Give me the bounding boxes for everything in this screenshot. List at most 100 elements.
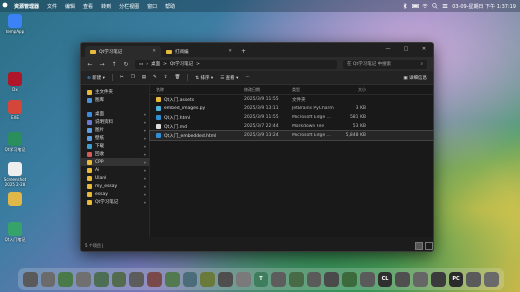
- dock-app-icon[interactable]: [182, 271, 198, 287]
- tab-qt-notes[interactable]: Qt学习笔记 ✕: [85, 46, 161, 57]
- close-tab-icon[interactable]: ✕: [152, 49, 156, 54]
- column-name[interactable]: 名称: [156, 87, 244, 93]
- desktop-icon[interactable]: Screenshot 2025 2-28: [2, 162, 28, 187]
- dock-app-icon[interactable]: [23, 271, 38, 287]
- control-center-icon[interactable]: [442, 3, 448, 9]
- new-button[interactable]: ⊕ 新建 ▾: [87, 75, 105, 81]
- desktop-icon[interactable]: [2, 192, 28, 207]
- desktop-icon[interactable]: tempApp: [2, 14, 28, 34]
- wifi-icon[interactable]: [422, 3, 428, 9]
- menu-item-app[interactable]: 资源管理器: [10, 3, 43, 10]
- sidebar-item[interactable]: my_essay ⌖: [81, 182, 149, 190]
- back-arrow-icon[interactable]: ←: [87, 61, 93, 68]
- menu-item-window[interactable]: 窗口: [143, 3, 161, 10]
- dock-app-icon[interactable]: [484, 271, 499, 287]
- new-tab-button[interactable]: +: [237, 46, 250, 57]
- menu-item-split-view[interactable]: 分栏视图: [115, 3, 143, 10]
- search-box[interactable]: 在 Qt学习笔记 中搜索 ⌕: [343, 59, 427, 69]
- column-type[interactable]: 类型: [292, 87, 336, 93]
- menu-item-go[interactable]: 转到: [97, 3, 115, 10]
- dock-app-icon[interactable]: [235, 271, 251, 287]
- file-row[interactable]: Qt入门.assets 2025/3/9 11:55 文件夹: [150, 95, 433, 104]
- file-row[interactable]: embed_images.py 2025/3/9 13:11 JetBrains P…: [150, 104, 433, 113]
- sidebar-item[interactable]: Ulanl ⌖: [81, 174, 149, 182]
- sidebar-item[interactable]: 主文件夹: [81, 88, 149, 96]
- delete-icon[interactable]: 🗑: [175, 75, 181, 80]
- dock-app-icon[interactable]: [324, 271, 340, 287]
- dock-app-icon[interactable]: [76, 271, 91, 287]
- dock-app-icon[interactable]: [466, 271, 482, 287]
- tiles-view-icon[interactable]: [425, 242, 433, 250]
- breadcrumb-desktop[interactable]: 桌面: [151, 61, 160, 67]
- tab-second[interactable]: 打阅编 ✕: [161, 46, 237, 57]
- desktop-icon[interactable]: EXE: [2, 100, 28, 120]
- battery-icon[interactable]: [412, 3, 420, 9]
- view-button[interactable]: ☰ 查看 ▾: [220, 75, 238, 81]
- dock-app-icon[interactable]: T: [253, 271, 269, 287]
- dock-app-icon[interactable]: [218, 271, 233, 287]
- share-icon[interactable]: ⇪: [164, 75, 168, 80]
- dock-app-icon[interactable]: PC: [448, 271, 464, 287]
- desktop-icon[interactable]: Dx: [2, 72, 28, 92]
- dock-app-icon[interactable]: [289, 271, 304, 287]
- dock-app-icon[interactable]: CL: [377, 271, 393, 287]
- sidebar-item[interactable]: CPP ⌖: [81, 158, 149, 166]
- details-view-icon[interactable]: [415, 242, 423, 250]
- file-row[interactable]: Qt入门.md 2025/3/7 22:44 Markdown File 53 KB: [150, 122, 433, 131]
- desktop-icon[interactable]: Qt学习笔记: [2, 132, 28, 152]
- forward-arrow-icon[interactable]: →: [99, 61, 105, 68]
- sort-button[interactable]: ⇅ 排序 ▾: [195, 75, 213, 81]
- close-tab-icon[interactable]: ✕: [228, 49, 232, 54]
- bluetooth-icon[interactable]: [402, 2, 408, 10]
- sidebar-item[interactable]: 回收 ⌖: [81, 150, 149, 158]
- dock-app-icon[interactable]: [395, 271, 411, 287]
- cut-icon[interactable]: ✂: [120, 75, 124, 80]
- refresh-icon[interactable]: ↻: [123, 61, 129, 68]
- dock-app-icon[interactable]: [40, 271, 56, 287]
- sidebar-item[interactable]: 图片 ⌖: [81, 126, 149, 134]
- details-button[interactable]: ▣ 详细信息: [403, 75, 427, 81]
- paste-icon[interactable]: ▤: [142, 75, 146, 80]
- dock-app-icon[interactable]: [271, 271, 287, 287]
- breadcrumb-folder[interactable]: Qt学习笔记: [170, 61, 193, 67]
- menu-item-file[interactable]: 文件: [43, 3, 61, 10]
- dock-app-icon[interactable]: [359, 271, 375, 287]
- address-bar[interactable]: ▭ › 桌面 > Qt学习笔记 >: [135, 59, 337, 69]
- sidebar-item[interactable]: Qt学习笔记 ⌖: [81, 198, 149, 206]
- sidebar-item[interactable]: 说明资料 ⌖: [81, 118, 149, 126]
- dock-app-icon[interactable]: [129, 271, 145, 287]
- rename-icon[interactable]: ✎: [153, 75, 157, 80]
- sidebar-item[interactable]: 桌面 ⌖: [81, 110, 149, 118]
- dock-app-icon[interactable]: [342, 271, 357, 287]
- sidebar-item[interactable]: essay ⌖: [81, 190, 149, 198]
- dock-app-icon[interactable]: [147, 271, 162, 287]
- copy-icon[interactable]: ❐: [131, 75, 135, 80]
- maximize-button[interactable]: □: [397, 43, 415, 57]
- dock-app-icon[interactable]: [413, 271, 428, 287]
- column-size[interactable]: 大小: [336, 87, 370, 93]
- close-button[interactable]: ✕: [415, 43, 433, 57]
- dock-app-icon[interactable]: [200, 271, 216, 287]
- sidebar-item[interactable]: Ai ⌖: [81, 166, 149, 174]
- file-row[interactable]: Qt入门_embedded.html 2025/3/9 13:24 Microsof…: [149, 130, 433, 141]
- menubar-clock[interactable]: 03-09-星期日 下午 1:37:19: [452, 3, 516, 10]
- dock-app-icon[interactable]: [306, 271, 322, 287]
- search-icon[interactable]: [432, 3, 438, 9]
- menu-item-help[interactable]: 帮助: [161, 3, 179, 10]
- apple-menu-icon[interactable]: [0, 2, 10, 10]
- menu-item-edit[interactable]: 编辑: [61, 3, 79, 10]
- dock-app-icon[interactable]: [164, 271, 180, 287]
- dock-app-icon[interactable]: [93, 271, 109, 287]
- dock-app-icon[interactable]: [111, 271, 127, 287]
- dock-app-icon[interactable]: [430, 271, 446, 287]
- sidebar-item[interactable]: 图库: [81, 96, 149, 104]
- sidebar-item[interactable]: 下载 ⌖: [81, 142, 149, 150]
- desktop-icon[interactable]: Qt入门笔记: [2, 222, 28, 242]
- column-date[interactable]: 修改日期: [244, 87, 292, 93]
- minimize-button[interactable]: —: [379, 43, 397, 57]
- dock-app-icon[interactable]: [58, 271, 74, 287]
- up-arrow-icon[interactable]: ↑: [111, 61, 117, 68]
- sidebar-item[interactable]: 壁纸 ⌖: [81, 134, 149, 142]
- menu-item-view[interactable]: 查看: [79, 3, 97, 10]
- more-button[interactable]: ···: [245, 75, 249, 80]
